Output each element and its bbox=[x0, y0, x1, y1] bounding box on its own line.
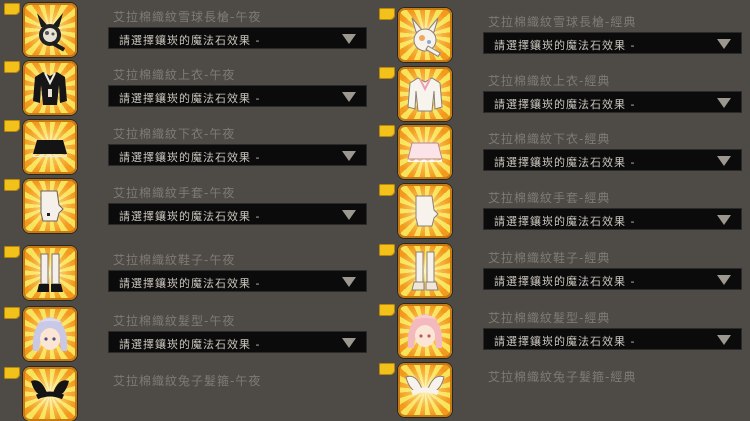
dropdown-arrow-icon bbox=[717, 275, 731, 285]
magic-stone-dropdown[interactable]: 請選擇鑲崁的魔法石效果 - bbox=[483, 208, 742, 230]
classic-item-column: 艾拉棉織紋雪球長槍-經典 請選擇鑲崁的魔法石效果 - 艾拉棉織紋上衣-經典 請選… bbox=[375, 0, 750, 417]
tag-marker bbox=[379, 363, 395, 375]
item-name: 艾拉棉織紋上衣-經典 bbox=[488, 74, 611, 88]
dropdown-placeholder: 請選擇鑲崁的魔法石效果 - bbox=[119, 277, 261, 290]
item-name: 艾拉棉織紋髮型-經典 bbox=[488, 311, 611, 325]
midnight-shoes-icon bbox=[23, 246, 77, 300]
dropdown-arrow-icon bbox=[717, 98, 731, 108]
item-row: 艾拉棉織紋鞋子-午夜 請選擇鑲崁的魔法石效果 - bbox=[0, 245, 375, 303]
item-name: 艾拉棉織紋兔子髮箍-午夜 bbox=[113, 374, 262, 388]
dropdown-arrow-icon bbox=[342, 277, 356, 287]
midnight-top-icon bbox=[23, 61, 77, 115]
dropdown-arrow-icon bbox=[342, 34, 356, 44]
tag-marker bbox=[4, 61, 20, 73]
dropdown-placeholder: 請選擇鑲崁的魔法石效果 - bbox=[494, 275, 636, 288]
item-row: 艾拉棉織紋雪球長槍-午夜 請選擇鑲崁的魔法石效果 - bbox=[0, 2, 375, 60]
item-row: 艾拉棉織紋兔子髮箍-午夜 bbox=[0, 366, 375, 421]
item-name: 艾拉棉織紋下衣-午夜 bbox=[113, 127, 236, 141]
magic-stone-dropdown[interactable]: 請選擇鑲崁的魔法石效果 - bbox=[483, 328, 742, 350]
tag-marker bbox=[379, 67, 395, 79]
item-row: 艾拉棉織紋雪球長槍-經典 請選擇鑲崁的魔法石效果 - bbox=[375, 7, 750, 65]
tag-marker bbox=[379, 304, 395, 316]
item-row: 艾拉棉織紋鞋子-經典 請選擇鑲崁的魔法石效果 - bbox=[375, 243, 750, 301]
tag-marker bbox=[379, 184, 395, 196]
dropdown-placeholder: 請選擇鑲崁的魔法石效果 - bbox=[494, 39, 636, 52]
item-name: 艾拉棉織紋手套-午夜 bbox=[113, 186, 236, 200]
dropdown-placeholder: 請選擇鑲崁的魔法石效果 - bbox=[494, 98, 636, 111]
magic-stone-dropdown[interactable]: 請選擇鑲崁的魔法石效果 - bbox=[108, 203, 367, 225]
tag-marker bbox=[4, 3, 20, 15]
classic-glove-icon bbox=[398, 184, 452, 238]
tag-marker bbox=[4, 367, 20, 379]
tag-marker bbox=[4, 120, 20, 132]
dropdown-arrow-icon bbox=[342, 210, 356, 220]
dropdown-placeholder: 請選擇鑲崁的魔法石效果 - bbox=[119, 338, 261, 351]
midnight-glove-icon bbox=[23, 179, 77, 233]
magic-stone-dropdown[interactable]: 請選擇鑲崁的魔法石效果 - bbox=[483, 32, 742, 54]
dropdown-placeholder: 請選擇鑲崁的魔法石效果 - bbox=[494, 335, 636, 348]
magic-stone-dropdown[interactable]: 請選擇鑲崁的魔法石效果 - bbox=[483, 268, 742, 290]
tag-marker bbox=[4, 179, 20, 191]
midnight-skirt-icon bbox=[23, 120, 77, 174]
dropdown-placeholder: 請選擇鑲崁的魔法石效果 - bbox=[119, 210, 261, 223]
dropdown-placeholder: 請選擇鑲崁的魔法石效果 - bbox=[494, 156, 636, 169]
midnight-hairstyle-icon bbox=[23, 307, 77, 361]
dropdown-arrow-icon bbox=[717, 39, 731, 49]
magic-stone-dropdown[interactable]: 請選擇鑲崁的魔法石效果 - bbox=[108, 270, 367, 292]
dropdown-placeholder: 請選擇鑲崁的魔法石效果 - bbox=[494, 215, 636, 228]
magic-stone-dropdown[interactable]: 請選擇鑲崁的魔法石效果 - bbox=[108, 144, 367, 166]
dropdown-arrow-icon bbox=[717, 156, 731, 166]
item-name: 艾拉棉織紋雪球長槍-經典 bbox=[488, 15, 637, 29]
classic-skirt-icon bbox=[398, 125, 452, 179]
item-row: 艾拉棉織紋上衣-經典 請選擇鑲崁的魔法石效果 - bbox=[375, 66, 750, 124]
tag-marker bbox=[379, 8, 395, 20]
dropdown-arrow-icon bbox=[717, 215, 731, 225]
item-row: 艾拉棉織紋兔子髮箍-經典 bbox=[375, 362, 750, 417]
dropdown-placeholder: 請選擇鑲崁的魔法石效果 - bbox=[119, 151, 261, 164]
tag-marker bbox=[4, 307, 20, 319]
item-row: 艾拉棉織紋髮型-經典 請選擇鑲崁的魔法石效果 - bbox=[375, 303, 750, 361]
midnight-snowball-spear-icon bbox=[23, 3, 77, 57]
tag-marker bbox=[379, 244, 395, 256]
dropdown-placeholder: 請選擇鑲崁的魔法石效果 - bbox=[119, 34, 261, 47]
dropdown-arrow-icon bbox=[342, 151, 356, 161]
classic-hairstyle-icon bbox=[398, 304, 452, 358]
item-row: 艾拉棉織紋髮型-午夜 請選擇鑲崁的魔法石效果 - bbox=[0, 306, 375, 364]
item-name: 艾拉棉織紋兔子髮箍-經典 bbox=[488, 370, 637, 384]
item-name: 艾拉棉織紋雪球長槍-午夜 bbox=[113, 10, 262, 24]
item-name: 艾拉棉織紋鞋子-午夜 bbox=[113, 253, 236, 267]
magic-stone-dropdown[interactable]: 請選擇鑲崁的魔法石效果 - bbox=[483, 149, 742, 171]
magic-stone-dropdown[interactable]: 請選擇鑲崁的魔法石效果 - bbox=[108, 85, 367, 107]
dropdown-arrow-icon bbox=[342, 338, 356, 348]
item-row: 艾拉棉織紋下衣-午夜 請選擇鑲崁的魔法石效果 - bbox=[0, 119, 375, 177]
item-name: 艾拉棉織紋上衣-午夜 bbox=[113, 68, 236, 82]
item-name: 艾拉棉織紋鞋子-經典 bbox=[488, 251, 611, 265]
magic-stone-dropdown[interactable]: 請選擇鑲崁的魔法石效果 - bbox=[483, 91, 742, 113]
classic-snowball-spear-icon bbox=[398, 8, 452, 62]
tag-marker bbox=[4, 246, 20, 258]
item-row: 艾拉棉織紋手套-經典 請選擇鑲崁的魔法石效果 - bbox=[375, 183, 750, 241]
item-row: 艾拉棉織紋下衣-經典 請選擇鑲崁的魔法石效果 - bbox=[375, 124, 750, 182]
dropdown-arrow-icon bbox=[717, 335, 731, 345]
magic-stone-dropdown[interactable]: 請選擇鑲崁的魔法石效果 - bbox=[108, 331, 367, 353]
dropdown-arrow-icon bbox=[342, 92, 356, 102]
midnight-item-column: 艾拉棉織紋雪球長槍-午夜 請選擇鑲崁的魔法石效果 - 艾拉棉織紋上衣-午夜 請選… bbox=[0, 0, 375, 421]
item-row: 艾拉棉織紋上衣-午夜 請選擇鑲崁的魔法石效果 - bbox=[0, 60, 375, 118]
tag-marker bbox=[379, 125, 395, 137]
item-name: 艾拉棉織紋下衣-經典 bbox=[488, 132, 611, 146]
classic-bunny-headband-icon bbox=[398, 363, 452, 417]
item-name: 艾拉棉織紋髮型-午夜 bbox=[113, 314, 236, 328]
item-row: 艾拉棉織紋手套-午夜 請選擇鑲崁的魔法石效果 - bbox=[0, 178, 375, 236]
item-name: 艾拉棉織紋手套-經典 bbox=[488, 191, 611, 205]
magic-stone-dropdown[interactable]: 請選擇鑲崁的魔法石效果 - bbox=[108, 27, 367, 49]
classic-shoes-icon bbox=[398, 244, 452, 298]
classic-top-icon bbox=[398, 67, 452, 121]
dropdown-placeholder: 請選擇鑲崁的魔法石效果 - bbox=[119, 92, 261, 105]
